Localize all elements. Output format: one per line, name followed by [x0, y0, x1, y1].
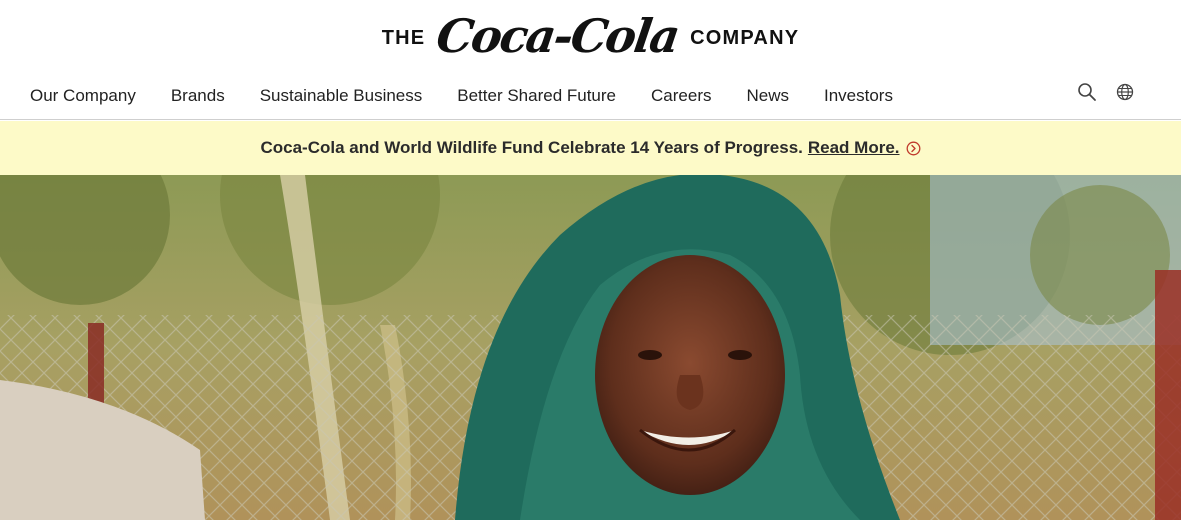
- nav-item-brands[interactable]: Brands: [171, 86, 225, 106]
- search-icon[interactable]: [1077, 82, 1097, 102]
- circle-chevron-right-icon[interactable]: [906, 141, 921, 156]
- site-header: THE Coca-Cola COMPANY: [0, 0, 1181, 76]
- main-nav: Our Company Brands Sustainable Business …: [0, 76, 1181, 120]
- announcement-banner: Coca-Cola and World Wildlife Fund Celebr…: [0, 121, 1181, 175]
- nav-list: Our Company Brands Sustainable Business …: [30, 86, 928, 106]
- read-more-link[interactable]: Read More.: [808, 138, 900, 158]
- nav-item-better-shared-future[interactable]: Better Shared Future: [457, 86, 616, 106]
- nav-item-sustainable-business[interactable]: Sustainable Business: [260, 86, 423, 106]
- nav-item-news[interactable]: News: [746, 86, 789, 106]
- hero-photo: [0, 175, 1181, 520]
- logo-word-the: THE: [381, 26, 426, 49]
- globe-icon[interactable]: [1115, 82, 1135, 102]
- nav-icons: [1077, 82, 1135, 102]
- banner-text: Coca-Cola and World Wildlife Fund Celebr…: [260, 138, 803, 157]
- company-logo[interactable]: THE Coca-Cola COMPANY: [381, 9, 800, 63]
- nav-item-investors[interactable]: Investors: [824, 86, 893, 106]
- nav-item-careers[interactable]: Careers: [651, 86, 711, 106]
- nav-item-our-company[interactable]: Our Company: [30, 86, 136, 106]
- logo-word-company: COMPANY: [690, 26, 800, 49]
- logo-script: Coca-Cola: [433, 9, 682, 63]
- hero-image: [0, 175, 1181, 520]
